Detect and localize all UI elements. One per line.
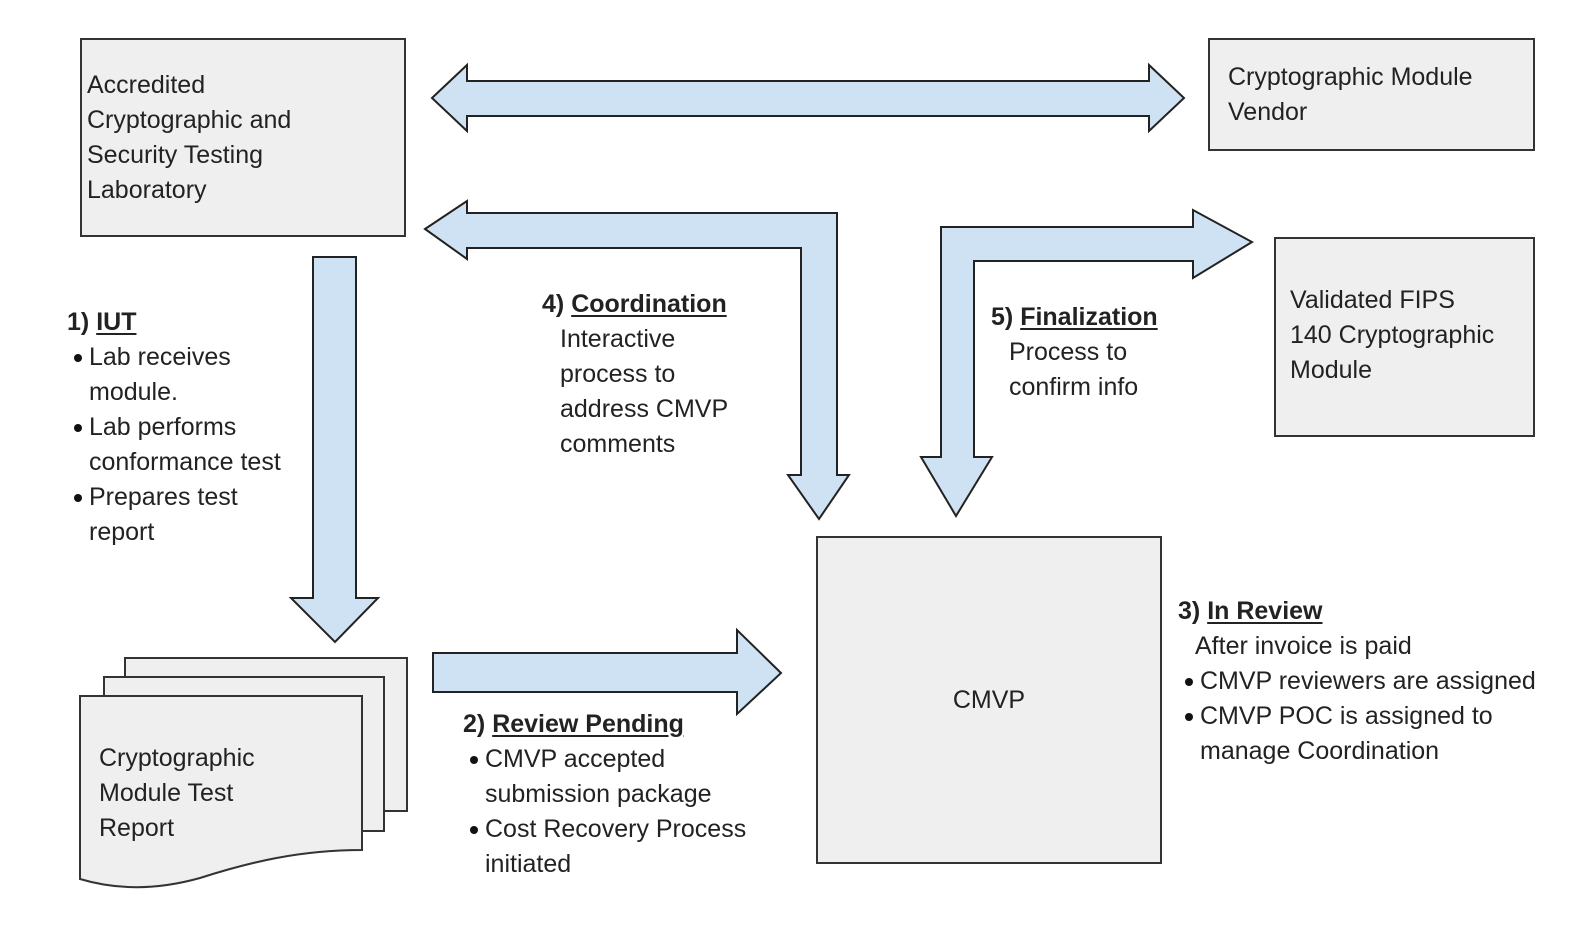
lab-label: Accredited Cryptographic and Security Te… xyxy=(87,71,292,204)
list-item: Cost Recovery Process initiated xyxy=(463,812,783,882)
step-finalization-title: 5) Finalization xyxy=(991,303,1158,331)
list-item: Lab performs conformance test xyxy=(67,410,297,480)
lab-vendor-double-arrow xyxy=(430,62,1186,134)
step-coordination-description: Interactive process to address CMVP comm… xyxy=(560,325,729,458)
step-finalization: 5) Finalization Process to confirm info xyxy=(991,300,1221,405)
validated-module-label: Validated FIPS 140 Cryptographic Module xyxy=(1290,286,1495,384)
step-review-pending-title: 2) Review Pending xyxy=(463,710,684,738)
step-finalization-description: Process to confirm info xyxy=(1009,338,1139,401)
cmvp-label: CMVP xyxy=(952,686,1026,714)
step-iut-title: 1) IUT xyxy=(67,308,137,336)
review-pending-right-arrow xyxy=(432,627,783,717)
list-item: CMVP accepted submission package xyxy=(463,742,783,812)
list-item: Lab receives module. xyxy=(67,340,297,410)
report-label: Cryptographic Module Test Report xyxy=(99,744,255,842)
step-in-review-bullets: CMVP reviewers are assigned CMVP POC is … xyxy=(1178,664,1538,769)
step-iut: 1) IUT Lab receives module. Lab performs… xyxy=(67,305,297,550)
step-iut-bullets: Lab receives module. Lab performs confor… xyxy=(67,340,297,550)
list-item: CMVP POC is assigned to manage Coordinat… xyxy=(1178,699,1538,769)
step-coordination-title: 4) Coordination xyxy=(542,290,727,318)
list-item: Prepares test report xyxy=(67,480,297,550)
step-in-review: 3) In Review After invoice is paid CMVP … xyxy=(1178,594,1538,769)
step-in-review-description: After invoice is paid xyxy=(1195,632,1412,660)
step-coordination: 4) Coordination Interactive process to a… xyxy=(542,287,792,462)
list-item: CMVP reviewers are assigned xyxy=(1178,664,1538,699)
vendor-label: Cryptographic Module Vendor xyxy=(1228,63,1473,126)
step-review-pending: 2) Review Pending CMVP accepted submissi… xyxy=(463,707,783,882)
iut-down-arrow xyxy=(288,256,381,644)
step-review-pending-bullets: CMVP accepted submission package Cost Re… xyxy=(463,742,783,882)
step-in-review-title: 3) In Review xyxy=(1178,597,1323,625)
